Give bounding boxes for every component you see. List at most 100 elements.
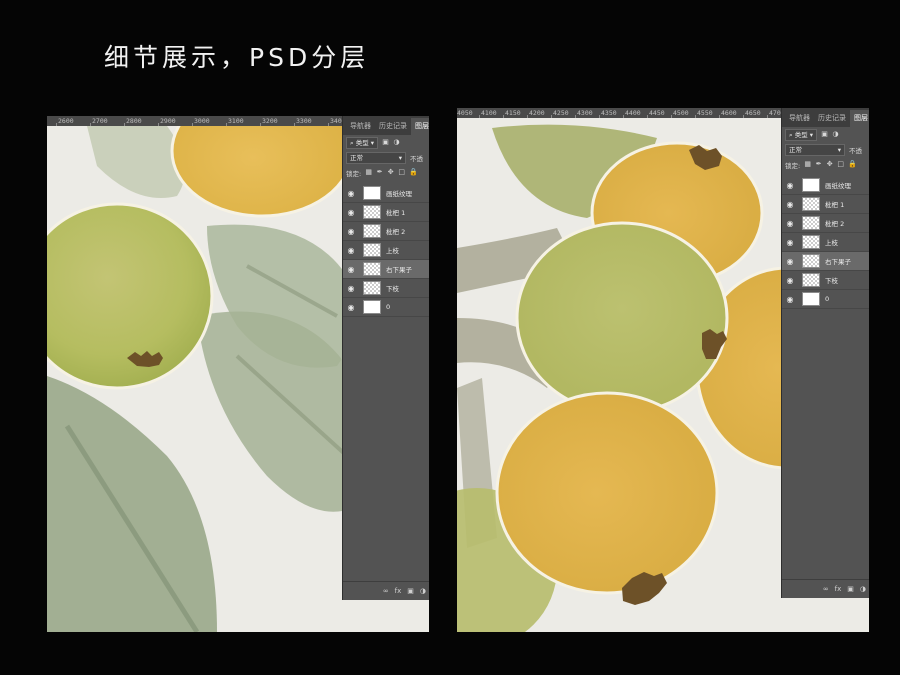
- ruler-tick-mark: [158, 123, 159, 126]
- lock-row: 锁定: ▦ ✒ ✥ □ 🔒: [343, 165, 429, 180]
- ruler-tick-mark: [328, 123, 329, 126]
- ruler-tick-mark: [551, 115, 552, 118]
- blend-mode-select[interactable]: 正常 ▾: [346, 151, 406, 164]
- layers-panel: 导航器 历史记录 图层 ⌕ 类型 ▾ ▣ ◑ 正常 ▾ 不透 锁定: ▦ ✒ ✥…: [342, 116, 429, 600]
- lock-icon[interactable]: 🔒: [848, 161, 857, 168]
- tab-layers[interactable]: 图层: [850, 110, 869, 127]
- artboard-icon[interactable]: □: [398, 169, 405, 176]
- ruler-tick-mark: [623, 115, 624, 118]
- image-filter-icon[interactable]: ▣: [821, 131, 828, 138]
- blend-row: 正常 ▾ 不透: [343, 150, 429, 165]
- layer-row[interactable]: ◉ 下枝: [782, 271, 869, 290]
- ruler-tick-mark: [719, 115, 720, 118]
- chevron-down-icon: ▾: [837, 145, 841, 154]
- eye-icon[interactable]: ◉: [345, 208, 357, 217]
- ruler-tick-mark: [743, 115, 744, 118]
- lock-label: 锁定:: [785, 161, 801, 170]
- ruler-tick-label: 4500: [673, 109, 689, 117]
- layer-thumbnail: [363, 243, 381, 257]
- eye-icon[interactable]: ◉: [784, 181, 796, 190]
- layer-row[interactable]: ◉ 画纸纹理: [343, 184, 429, 203]
- layer-row[interactable]: ◉ 枇杷 1: [782, 195, 869, 214]
- artboard-icon[interactable]: □: [837, 161, 844, 168]
- tab-navigator[interactable]: 导航器: [785, 110, 814, 127]
- mask-icon[interactable]: ▣: [407, 587, 414, 595]
- fx-button[interactable]: fx: [395, 587, 402, 595]
- tab-history[interactable]: 历史记录: [814, 110, 850, 127]
- ruler-tick-mark: [124, 123, 125, 126]
- ruler-tick-label: 3300: [296, 117, 312, 125]
- lock-icon[interactable]: 🔒: [409, 169, 418, 176]
- layer-row[interactable]: ◉ 枇杷 1: [343, 203, 429, 222]
- layer-name: 右下果子: [825, 258, 851, 266]
- eye-icon[interactable]: ◉: [784, 200, 796, 209]
- fx-button[interactable]: fx: [835, 585, 842, 593]
- layer-list: ◉ 画纸纹理 ◉ 枇杷 1 ◉ 枇杷 2 ◉ 上枝 ◉ 右下果子 ◉ 下枝 ◉ 0: [782, 176, 869, 309]
- ruler-tick-mark: [479, 115, 480, 118]
- blend-mode-select[interactable]: 正常 ▾: [785, 143, 845, 156]
- adjustment-filter-icon[interactable]: ◑: [832, 131, 839, 138]
- link-icon[interactable]: ∞: [823, 585, 829, 593]
- layer-thumbnail: [802, 254, 820, 268]
- layer-row[interactable]: ◉ 画纸纹理: [782, 176, 869, 195]
- panel-bottom-bar: ∞ fx ▣ ◑: [343, 581, 429, 600]
- ruler-tick-label: 4400: [625, 109, 641, 117]
- tab-navigator[interactable]: 导航器: [346, 118, 375, 135]
- filter-row: ⌕ 类型 ▾ ▣ ◑: [343, 135, 429, 150]
- search-icon: ⌕: [789, 130, 793, 139]
- layer-row-selected[interactable]: ◉ 右下果子: [343, 260, 429, 279]
- layer-name: 枇杷 1: [386, 209, 406, 217]
- panel-bottom-bar: ∞ fx ▣ ◑: [782, 579, 869, 598]
- layer-row[interactable]: ◉ 0: [343, 298, 429, 317]
- eye-icon[interactable]: ◉: [345, 189, 357, 198]
- layer-row[interactable]: ◉ 下枝: [343, 279, 429, 298]
- layer-row[interactable]: ◉ 枇杷 2: [343, 222, 429, 241]
- blend-mode-label: 正常: [350, 153, 363, 162]
- tab-history[interactable]: 历史记录: [375, 118, 411, 135]
- adjustment-icon[interactable]: ◑: [860, 585, 866, 593]
- filter-select[interactable]: ⌕ 类型 ▾: [785, 128, 818, 141]
- ruler-tick-mark: [695, 115, 696, 118]
- layer-list: ◉ 画纸纹理 ◉ 枇杷 1 ◉ 枇杷 2 ◉ 上枝 ◉ 右下果子 ◉ 下枝 ◉ 0: [343, 184, 429, 317]
- layer-row[interactable]: ◉ 枇杷 2: [782, 214, 869, 233]
- eye-icon[interactable]: ◉: [345, 227, 357, 236]
- eye-icon[interactable]: ◉: [345, 284, 357, 293]
- mask-icon[interactable]: ▣: [847, 585, 854, 593]
- brush-icon[interactable]: ✒: [376, 169, 383, 176]
- ruler-tick-label: 4450: [649, 109, 665, 117]
- tab-layers[interactable]: 图层: [411, 118, 429, 135]
- layer-row[interactable]: ◉ 上枝: [782, 233, 869, 252]
- image-filter-icon[interactable]: ▣: [382, 139, 389, 146]
- layer-thumbnail: [802, 178, 820, 192]
- blend-mode-label: 正常: [789, 145, 802, 154]
- ruler-tick-label: 3000: [194, 117, 210, 125]
- ruler-tick-mark: [527, 115, 528, 118]
- eye-icon[interactable]: ◉: [784, 238, 796, 247]
- ruler-tick-mark: [226, 123, 227, 126]
- move-icon[interactable]: ✥: [387, 169, 394, 176]
- lock-transparent-icon[interactable]: ▦: [365, 169, 372, 176]
- eye-icon[interactable]: ◉: [784, 219, 796, 228]
- adjustment-icon[interactable]: ◑: [420, 587, 426, 595]
- layer-thumbnail: [363, 300, 381, 314]
- brush-icon[interactable]: ✒: [815, 161, 822, 168]
- lock-transparent-icon[interactable]: ▦: [804, 161, 811, 168]
- move-icon[interactable]: ✥: [826, 161, 833, 168]
- eye-icon[interactable]: ◉: [784, 295, 796, 304]
- eye-icon[interactable]: ◉: [784, 276, 796, 285]
- adjustment-filter-icon[interactable]: ◑: [393, 139, 400, 146]
- layer-row[interactable]: ◉ 0: [782, 290, 869, 309]
- link-icon[interactable]: ∞: [383, 587, 389, 595]
- eye-icon[interactable]: ◉: [345, 303, 357, 312]
- layer-name: 画纸纹理: [825, 182, 851, 190]
- eye-icon[interactable]: ◉: [345, 246, 357, 255]
- layer-thumbnail: [363, 281, 381, 295]
- ruler-tick-mark: [767, 115, 768, 118]
- layer-row-selected[interactable]: ◉ 右下果子: [782, 252, 869, 271]
- filter-select[interactable]: ⌕ 类型 ▾: [346, 136, 379, 149]
- layer-row[interactable]: ◉ 上枝: [343, 241, 429, 260]
- ruler-tick-label: 4100: [481, 109, 497, 117]
- eye-icon[interactable]: ◉: [784, 257, 796, 266]
- eye-icon[interactable]: ◉: [345, 265, 357, 274]
- search-icon: ⌕: [350, 138, 354, 147]
